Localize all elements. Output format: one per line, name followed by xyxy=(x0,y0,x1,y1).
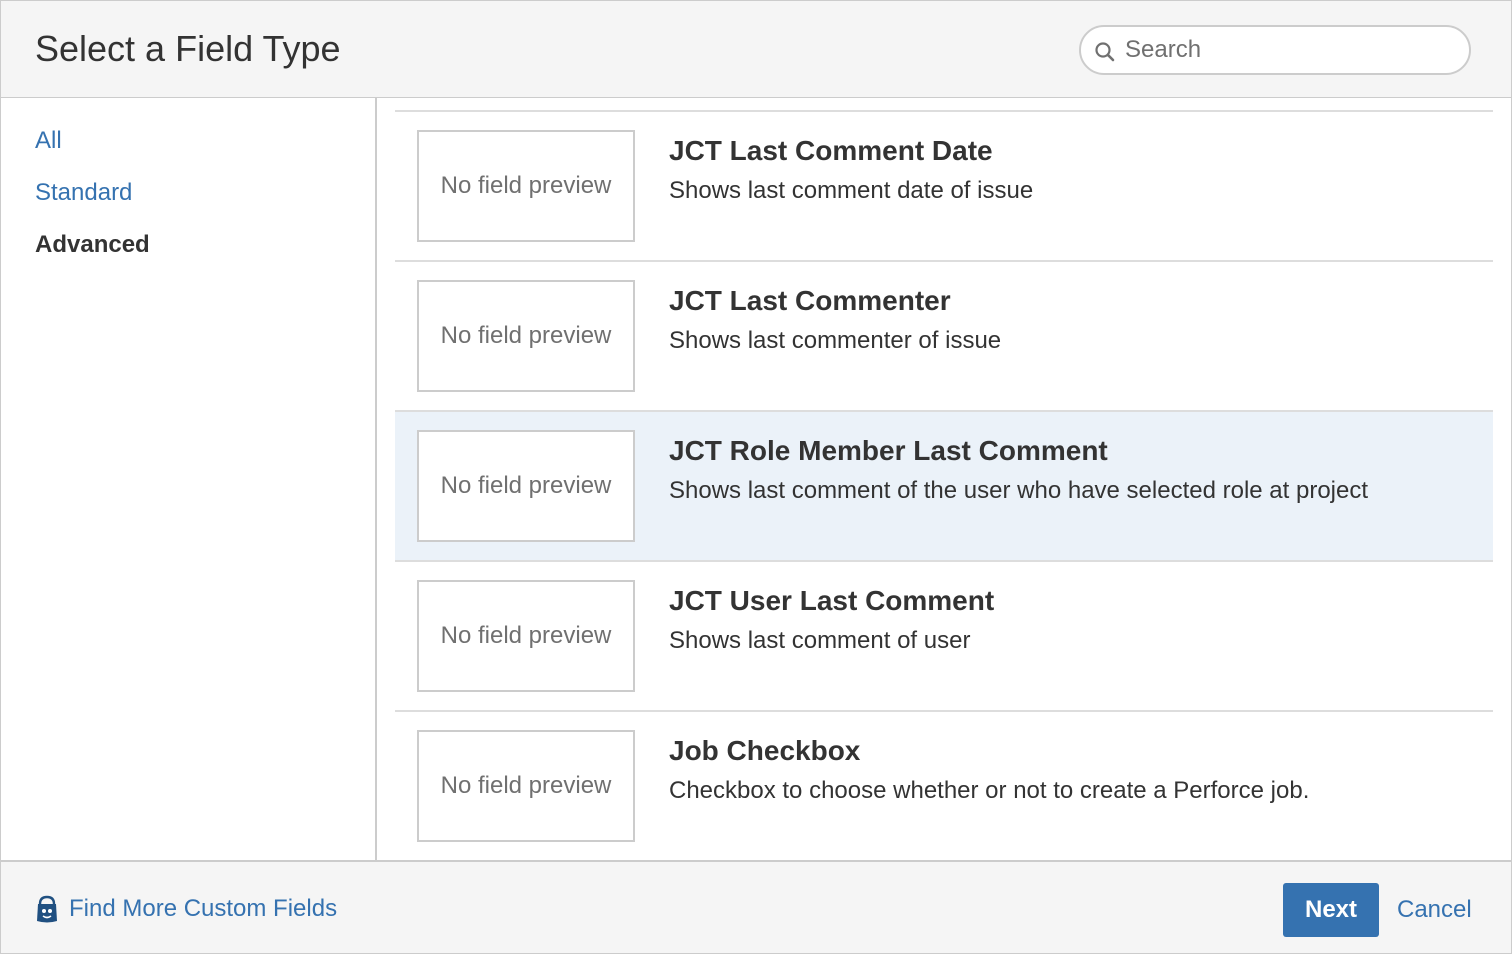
field-type-description: Shows last comment date of issue xyxy=(669,177,1034,204)
sidebar-item-all[interactable]: All xyxy=(35,126,62,156)
cancel-button[interactable]: Cancel xyxy=(1397,895,1472,925)
list-item[interactable]: No field preview JCT Last Comment Date S… xyxy=(395,112,1493,262)
field-type-description: Checkbox to choose whether or not to cre… xyxy=(669,777,1310,804)
field-preview: No field preview xyxy=(417,580,635,692)
field-type-name: JCT User Last Comment xyxy=(669,585,995,616)
find-more-label: Find More Custom Fields xyxy=(69,895,338,922)
field-type-list: No field preview JCT Last Comment Date S… xyxy=(377,98,1511,860)
dialog-header: Select a Field Type xyxy=(1,1,1511,98)
list-item[interactable]: No field preview JCT User Last Comment S… xyxy=(395,562,1493,712)
field-type-name: JCT Last Commenter xyxy=(669,285,951,316)
field-type-name: Job Checkbox xyxy=(669,735,861,766)
search-box[interactable] xyxy=(1079,25,1471,75)
field-type-name: JCT Role Member Last Comment xyxy=(669,435,1108,466)
field-preview: No field preview xyxy=(417,730,635,842)
field-type-description: Shows last comment of user xyxy=(669,627,971,654)
field-type-description: Shows last commenter of issue xyxy=(669,327,1002,354)
field-preview: No field preview xyxy=(417,280,635,392)
list-item[interactable]: No field preview Job Checkbox Checkbox t… xyxy=(395,712,1493,860)
find-more-custom-fields-link[interactable]: Find More Custom Fields xyxy=(35,894,337,924)
marketplace-icon xyxy=(37,895,57,923)
field-type-name: JCT Last Comment Date xyxy=(669,135,993,166)
list-item-selected[interactable]: No field preview JCT Role Member Last Co… xyxy=(395,412,1493,562)
page-title: Select a Field Type xyxy=(35,28,341,69)
category-sidebar: All Standard Advanced xyxy=(1,98,377,860)
search-icon xyxy=(1095,42,1115,62)
search-input[interactable] xyxy=(1125,33,1455,67)
list-item[interactable]: No field preview JCT Last Commenter Show… xyxy=(395,262,1493,412)
field-preview: No field preview xyxy=(417,130,635,242)
select-field-type-dialog: Select a Field Type All Standard Advance… xyxy=(0,0,1512,954)
dialog-footer: Find More Custom Fields Next Cancel xyxy=(1,860,1511,953)
field-preview: No field preview xyxy=(417,430,635,542)
sidebar-item-standard[interactable]: Standard xyxy=(35,178,132,208)
sidebar-item-advanced[interactable]: Advanced xyxy=(35,230,150,260)
field-type-description: Shows last comment of the user who have … xyxy=(669,477,1369,504)
next-button[interactable]: Next xyxy=(1283,883,1379,937)
